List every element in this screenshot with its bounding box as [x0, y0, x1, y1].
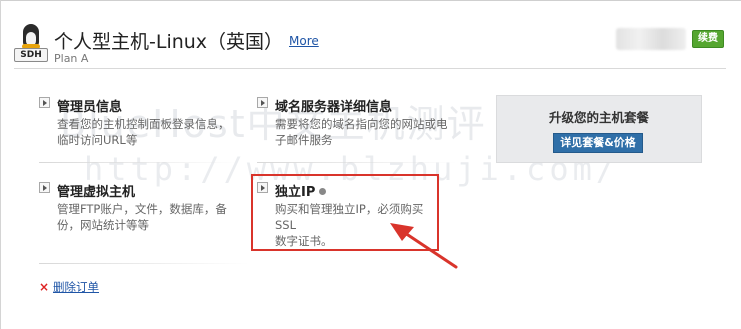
item-divider: [257, 162, 457, 163]
linux-penguin-logo: SDH: [14, 24, 48, 64]
nameserver-info-title[interactable]: 域名服务器详细信息: [275, 96, 392, 115]
masked-domain: [616, 28, 686, 50]
admin-info-title[interactable]: 管理员信息: [57, 96, 122, 115]
plan-title: 个人型主机-Linux（英国）: [54, 31, 284, 53]
header-divider: [14, 68, 726, 69]
upgrade-panel: 升级您的主机套餐 详见套餐&价格: [496, 95, 702, 163]
manage-hosting-desc-line: 份，网站统计等等: [57, 218, 149, 232]
item-divider: [39, 162, 239, 163]
admin-info-item[interactable]: 管理员信息 查看您的主机控制面板登录信息， 临时访问URL等: [39, 96, 249, 156]
item-divider: [39, 263, 249, 264]
view-plans-button[interactable]: 详见套餐&价格: [553, 133, 643, 153]
manage-hosting-item[interactable]: 管理虚拟主机 管理FTP账户，文件，数据库，备 份，网站统计等等: [39, 181, 249, 241]
manage-hosting-title[interactable]: 管理虚拟主机: [57, 181, 135, 200]
delete-order-link[interactable]: 删除订单: [53, 279, 99, 295]
plan-subtitle: Plan A: [54, 52, 89, 65]
admin-info-desc-line: 查看您的主机控制面板登录信息，: [57, 117, 230, 131]
annotation-arrow-icon: [390, 223, 458, 269]
nameserver-info-item[interactable]: 域名服务器详细信息 需要将您的域名指向您的网站或电 子邮件服务: [257, 96, 467, 156]
nameserver-info-desc-line: 子邮件服务: [275, 133, 333, 147]
delete-x-icon[interactable]: ×: [39, 280, 49, 294]
plan-page: SDH 个人型主机-Linux（英国） More Plan A 续费 BlueH…: [0, 0, 741, 329]
arrow-right-icon: [39, 182, 50, 193]
arrow-right-icon: [39, 97, 50, 108]
nameserver-info-desc-line: 需要将您的域名指向您的网站或电: [275, 117, 448, 131]
nameserver-info-desc: 需要将您的域名指向您的网站或电 子邮件服务: [275, 116, 448, 148]
left-divider: [0, 0, 1, 329]
admin-info-desc-line: 临时访问URL等: [57, 133, 138, 147]
arrow-right-icon: [257, 97, 268, 108]
admin-info-desc: 查看您的主机控制面板登录信息， 临时访问URL等: [57, 116, 230, 148]
sdh-badge: SDH: [14, 48, 48, 62]
more-link[interactable]: More: [289, 34, 319, 48]
upgrade-title: 升级您的主机套餐: [548, 110, 649, 125]
top-divider: [0, 0, 741, 1]
manage-hosting-desc: 管理FTP账户，文件，数据库，备 份，网站统计等等: [57, 201, 227, 233]
renew-button[interactable]: 续费: [692, 30, 724, 48]
manage-hosting-desc-line: 管理FTP账户，文件，数据库，备: [57, 202, 227, 216]
